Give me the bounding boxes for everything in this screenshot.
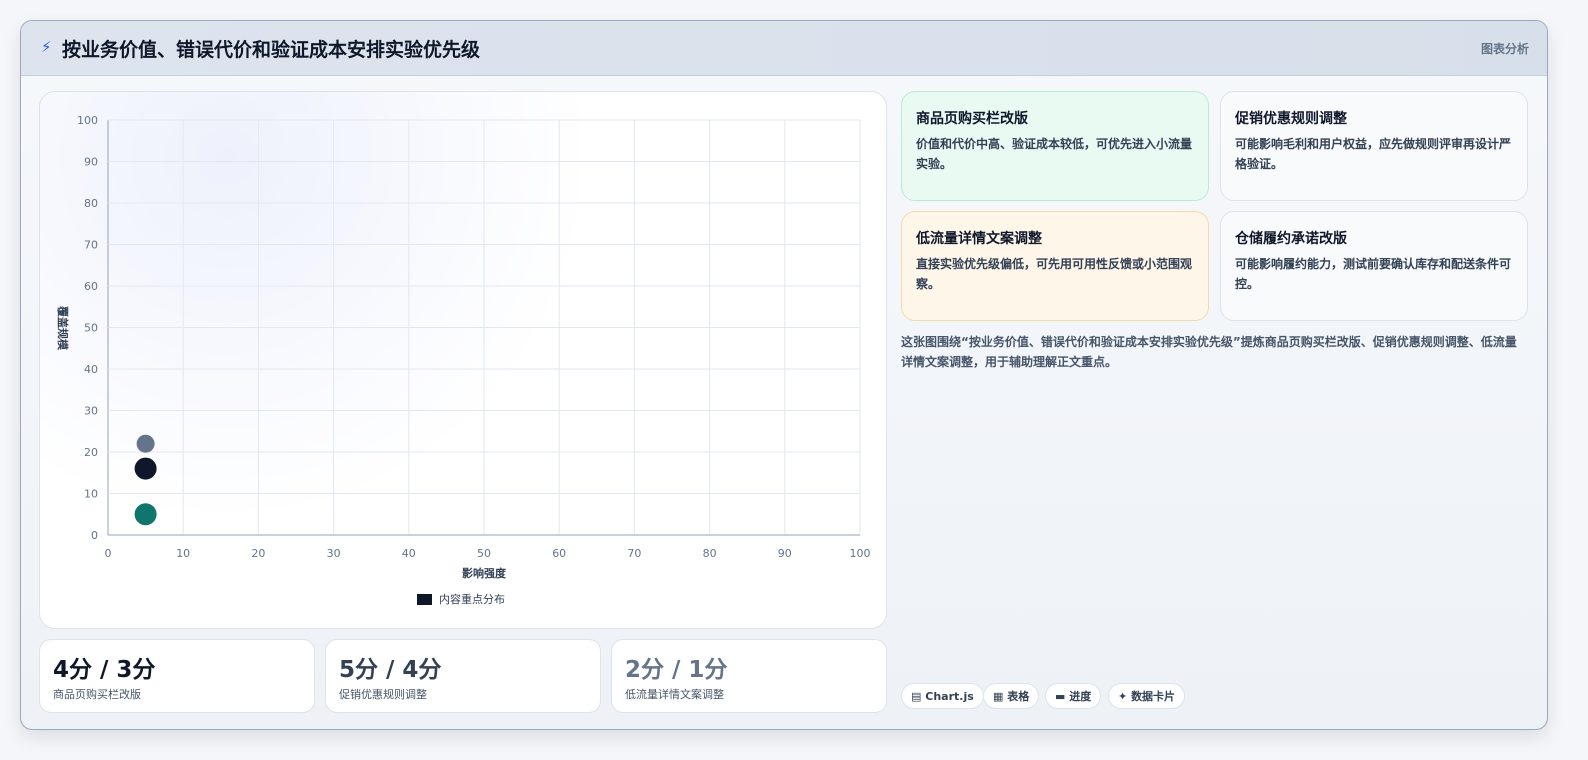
table-icon: ▦ bbox=[993, 690, 1004, 703]
pill-data-cards[interactable]: ✦ 数据卡片 bbox=[1108, 683, 1186, 709]
info-card-2: 促销优惠规则调整 可能影响毛利和用户权益，应先做规则评审再设计严格验证。 bbox=[1220, 91, 1528, 201]
metric-label: 商品页购买栏改版 bbox=[53, 688, 141, 701]
y-tick-label: 0 bbox=[91, 529, 98, 542]
x-tick-label: 30 bbox=[327, 547, 341, 560]
y-tick-label: 30 bbox=[84, 405, 98, 418]
x-tick-label: 60 bbox=[552, 547, 566, 560]
y-tick-label: 100 bbox=[77, 114, 98, 127]
chart-icon: ▤ bbox=[911, 690, 922, 703]
chart-analysis-tag: 图表分析 bbox=[1480, 42, 1529, 56]
metric-card-3: 2分 / 1分 低流量详情文案调整 bbox=[611, 639, 887, 713]
y-tick-label: 40 bbox=[84, 363, 98, 376]
chart-summary: 这张图围绕“按业务价值、错误代价和验证成本安排实验优先级”提炼商品页购买栏改版、… bbox=[901, 335, 1517, 369]
info-card-title: 仓储履约承诺改版 bbox=[1235, 231, 1347, 247]
pill-label: Chart.js bbox=[925, 690, 974, 703]
y-tick-label: 60 bbox=[84, 280, 98, 293]
x-tick-label: 10 bbox=[176, 547, 190, 560]
metric-card-1: 4分 / 3分 商品页购买栏改版 bbox=[39, 639, 315, 713]
metric-label: 低流量详情文案调整 bbox=[625, 688, 724, 701]
y-axis-label: 覆盖规模 bbox=[56, 306, 70, 351]
legend-swatch bbox=[417, 594, 432, 605]
pill-label: 数据卡片 bbox=[1131, 690, 1176, 703]
scatter-chart-card: 0 10 20 30 40 50 60 70 80 90 100 0 10 20 30 40 50 60 70 80 9… bbox=[39, 91, 887, 629]
info-card-desc: 可能影响履约能力，测试前要确认库存和配送条件可控。 bbox=[1235, 257, 1512, 291]
y-tick-label: 10 bbox=[84, 488, 98, 501]
scatter-point[interactable] bbox=[134, 503, 157, 526]
info-card-3: 低流量详情文案调整 直接实验优先级偏低，可先用可用性反馈或小范围观察。 bbox=[901, 211, 1209, 321]
info-card-title: 商品页购买栏改版 bbox=[916, 111, 1028, 127]
info-card-title: 低流量详情文案调整 bbox=[916, 231, 1042, 247]
scatter-point[interactable] bbox=[136, 434, 155, 453]
panel-header: ⚡ 按业务价值、错误代价和验证成本安排实验优先级 图表分析 bbox=[21, 21, 1547, 76]
pill-progress[interactable]: ▬ 进度 bbox=[1045, 683, 1102, 709]
y-tick-label: 90 bbox=[84, 156, 98, 169]
legend-label: 内容重点分布 bbox=[439, 592, 505, 606]
metric-label: 促销优惠规则调整 bbox=[339, 688, 427, 701]
metric-value: 4分 / 3分 bbox=[53, 657, 156, 683]
page-title: 按业务价值、错误代价和验证成本安排实验优先级 bbox=[62, 39, 481, 61]
progress-icon: ▬ bbox=[1055, 690, 1066, 703]
scatter-chart: 0 10 20 30 40 50 60 70 80 90 100 0 10 20 30 40 50 60 70 80 9… bbox=[56, 114, 871, 606]
info-card-desc: 直接实验优先级偏低，可先用可用性反馈或小范围观察。 bbox=[916, 257, 1193, 291]
pill-table[interactable]: ▦ 表格 bbox=[983, 683, 1040, 709]
metric-card-2: 5分 / 4分 促销优惠规则调整 bbox=[325, 639, 601, 713]
y-tick-label: 20 bbox=[84, 446, 98, 459]
lightning-icon: ⚡ bbox=[41, 38, 52, 56]
pill-label: 表格 bbox=[1007, 690, 1030, 703]
x-tick-label: 70 bbox=[627, 547, 641, 560]
info-card-desc: 可能影响毛利和用户权益，应先做规则评审再设计严格验证。 bbox=[1235, 137, 1512, 171]
sparkle-icon: ✦ bbox=[1118, 690, 1128, 703]
x-tick-label: 50 bbox=[477, 547, 491, 560]
x-axis-label: 影响强度 bbox=[462, 566, 507, 580]
x-tick-label: 0 bbox=[105, 547, 112, 560]
metric-value: 2分 / 1分 bbox=[625, 657, 728, 683]
y-tick-label: 50 bbox=[84, 322, 98, 335]
x-tick-label: 40 bbox=[402, 547, 416, 560]
chart-panel: ⚡ 按业务价值、错误代价和验证成本安排实验优先级 图表分析 0 10 20 30 40 5… bbox=[20, 20, 1548, 730]
pill-chartjs[interactable]: ▤ Chart.js bbox=[901, 683, 984, 709]
y-tick-label: 70 bbox=[84, 239, 98, 252]
info-card-4: 仓储履约承诺改版 可能影响履约能力，测试前要确认库存和配送条件可控。 bbox=[1220, 211, 1528, 321]
x-tick-label: 80 bbox=[703, 547, 717, 560]
info-card-title: 促销优惠规则调整 bbox=[1235, 111, 1347, 127]
pill-label: 进度 bbox=[1069, 690, 1092, 703]
info-card-desc: 价值和代价中高、验证成本较低，可优先进入小流量实验。 bbox=[916, 137, 1193, 171]
info-card-1: 商品页购买栏改版 价值和代价中高、验证成本较低，可优先进入小流量实验。 bbox=[901, 91, 1209, 201]
x-tick-label: 100 bbox=[850, 547, 871, 560]
y-tick-label: 80 bbox=[84, 197, 98, 210]
x-tick-label: 20 bbox=[251, 547, 265, 560]
scatter-point[interactable] bbox=[134, 457, 157, 480]
metric-value: 5分 / 4分 bbox=[339, 657, 442, 683]
x-tick-label: 90 bbox=[778, 547, 792, 560]
